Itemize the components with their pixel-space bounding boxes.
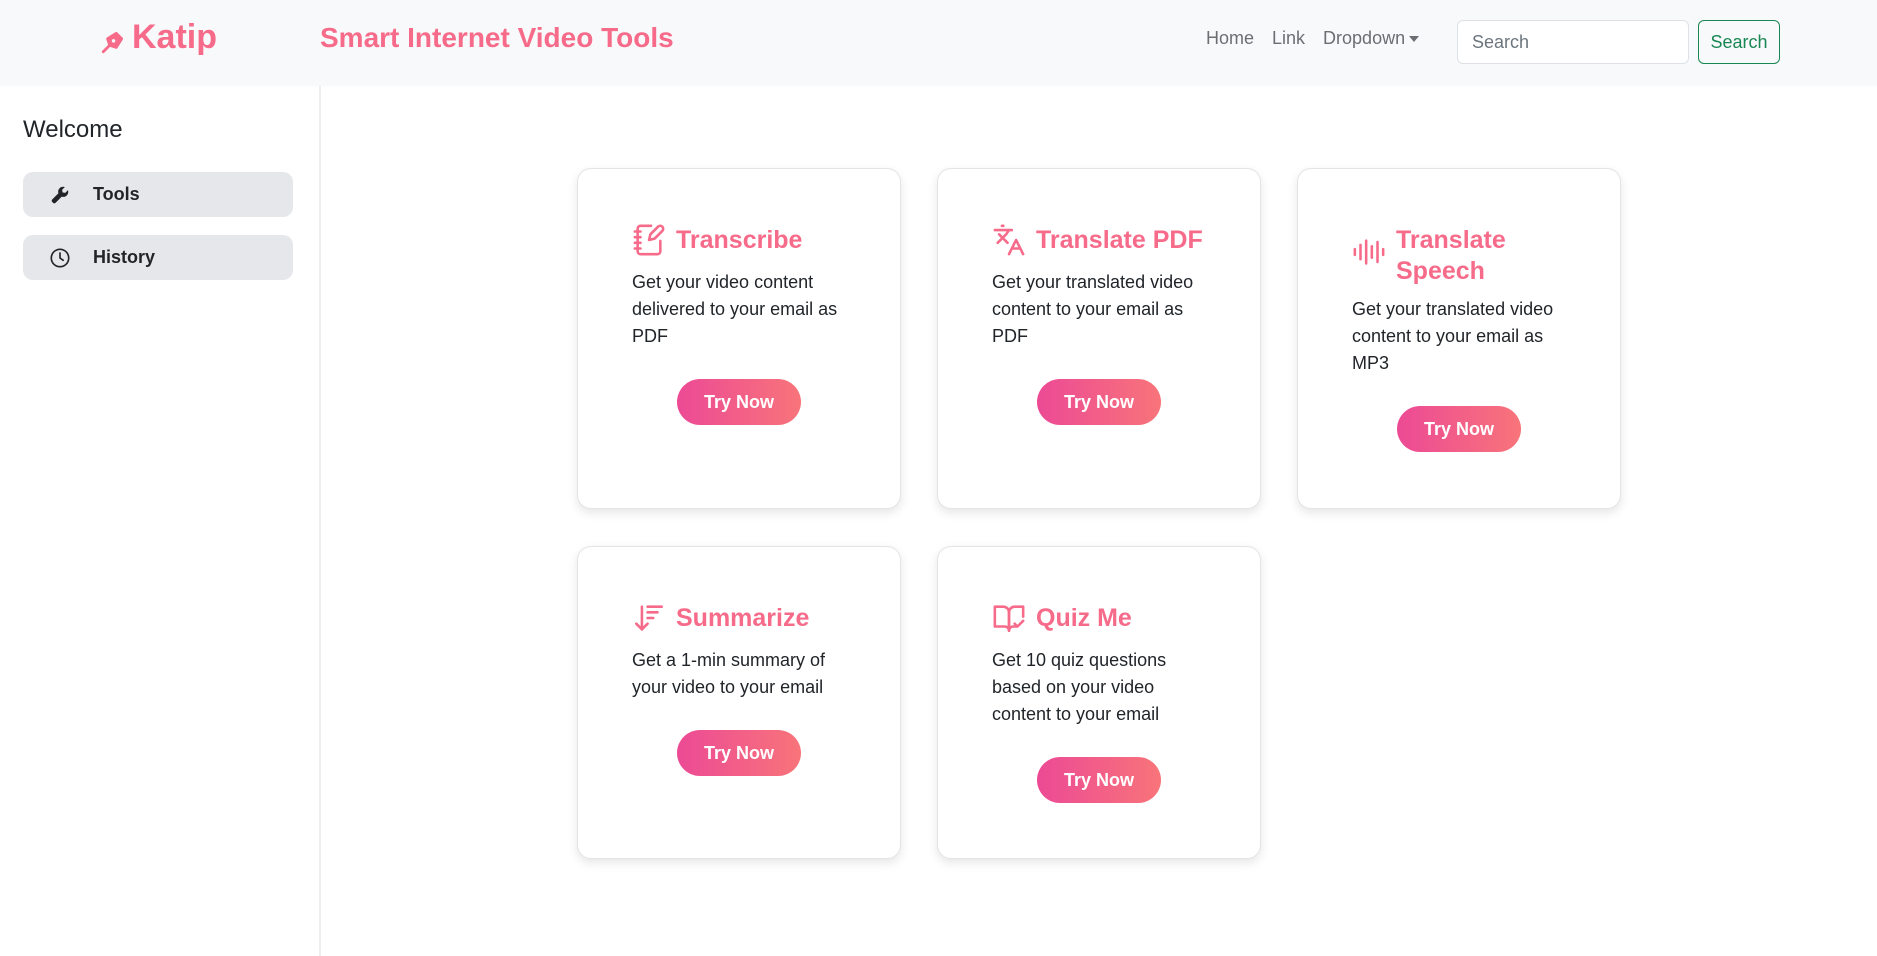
tool-card-translate-speech: Translate Speech Get your translated vid… [1297,168,1621,509]
book-check-icon [992,601,1026,635]
search-input[interactable] [1457,20,1689,64]
nav-home-link[interactable]: Home [1206,28,1254,49]
card-title: Summarize [676,604,810,632]
tool-card-summarize: Summarize Get a 1-min summary of your vi… [577,546,901,859]
sort-descending-icon [632,601,666,635]
card-description: Get your translated video content to you… [1352,299,1554,373]
card-description: Get 10 quiz questions based on your vide… [992,650,1167,724]
audio-waveform-icon [1352,235,1386,269]
card-header: Transcribe [632,223,856,257]
brand-name: Katip [132,18,217,56]
try-now-button[interactable]: Try Now [1397,406,1521,452]
sidebar-item-history[interactable]: History [23,235,293,280]
card-title: Translate Speech [1396,226,1506,285]
sidebar-item-tools[interactable]: Tools [23,172,293,217]
nav-dropdown-label: Dropdown [1323,28,1406,48]
notebook-pen-icon [632,223,666,257]
clock-icon [48,246,72,270]
try-now-button[interactable]: Try Now [677,730,801,776]
card-description: Get a 1-min summary of your video to you… [632,650,826,697]
card-header: Quiz Me [992,601,1216,635]
card-title: Transcribe [676,226,803,254]
card-title: Translate PDF [1036,226,1203,254]
card-title: Quiz Me [1036,604,1132,632]
brand-link[interactable]: Katip [100,18,217,57]
card-header: Summarize [632,601,856,635]
try-now-button[interactable]: Try Now [1037,379,1161,425]
tool-card-transcribe: Transcribe Get your video content delive… [577,168,901,509]
nav-link[interactable]: Link [1272,28,1305,49]
card-description: Get your video content delivered to your… [632,272,838,346]
pen-nib-icon [100,25,126,53]
sidebar: Welcome Tools History [0,86,321,956]
top-navbar: Katip Smart Internet Video Tools Home Li… [0,0,1877,86]
card-header: Translate PDF [992,223,1216,257]
translate-icon [992,223,1026,257]
tool-card-quiz-me: Quiz Me Get 10 quiz questions based on y… [937,546,1261,859]
nav-dropdown-toggle[interactable]: Dropdown [1323,28,1420,49]
card-description: Get your translated video content to you… [992,272,1194,346]
wrench-icon [48,183,72,207]
tool-card-translate-pdf: Translate PDF Get your translated video … [937,168,1261,509]
search-button[interactable]: Search [1698,20,1780,64]
sidebar-heading: Welcome [23,116,123,143]
try-now-button[interactable]: Try Now [1037,757,1161,803]
sidebar-item-label: Tools [93,184,140,204]
card-header: Translate Speech [1352,223,1506,287]
sidebar-item-label: History [93,247,156,267]
app-title: Smart Internet Video Tools [320,22,674,53]
caret-down-icon [1409,36,1420,43]
nav-links: Home Link Dropdown [1206,28,1420,49]
try-now-button[interactable]: Try Now [677,379,801,425]
